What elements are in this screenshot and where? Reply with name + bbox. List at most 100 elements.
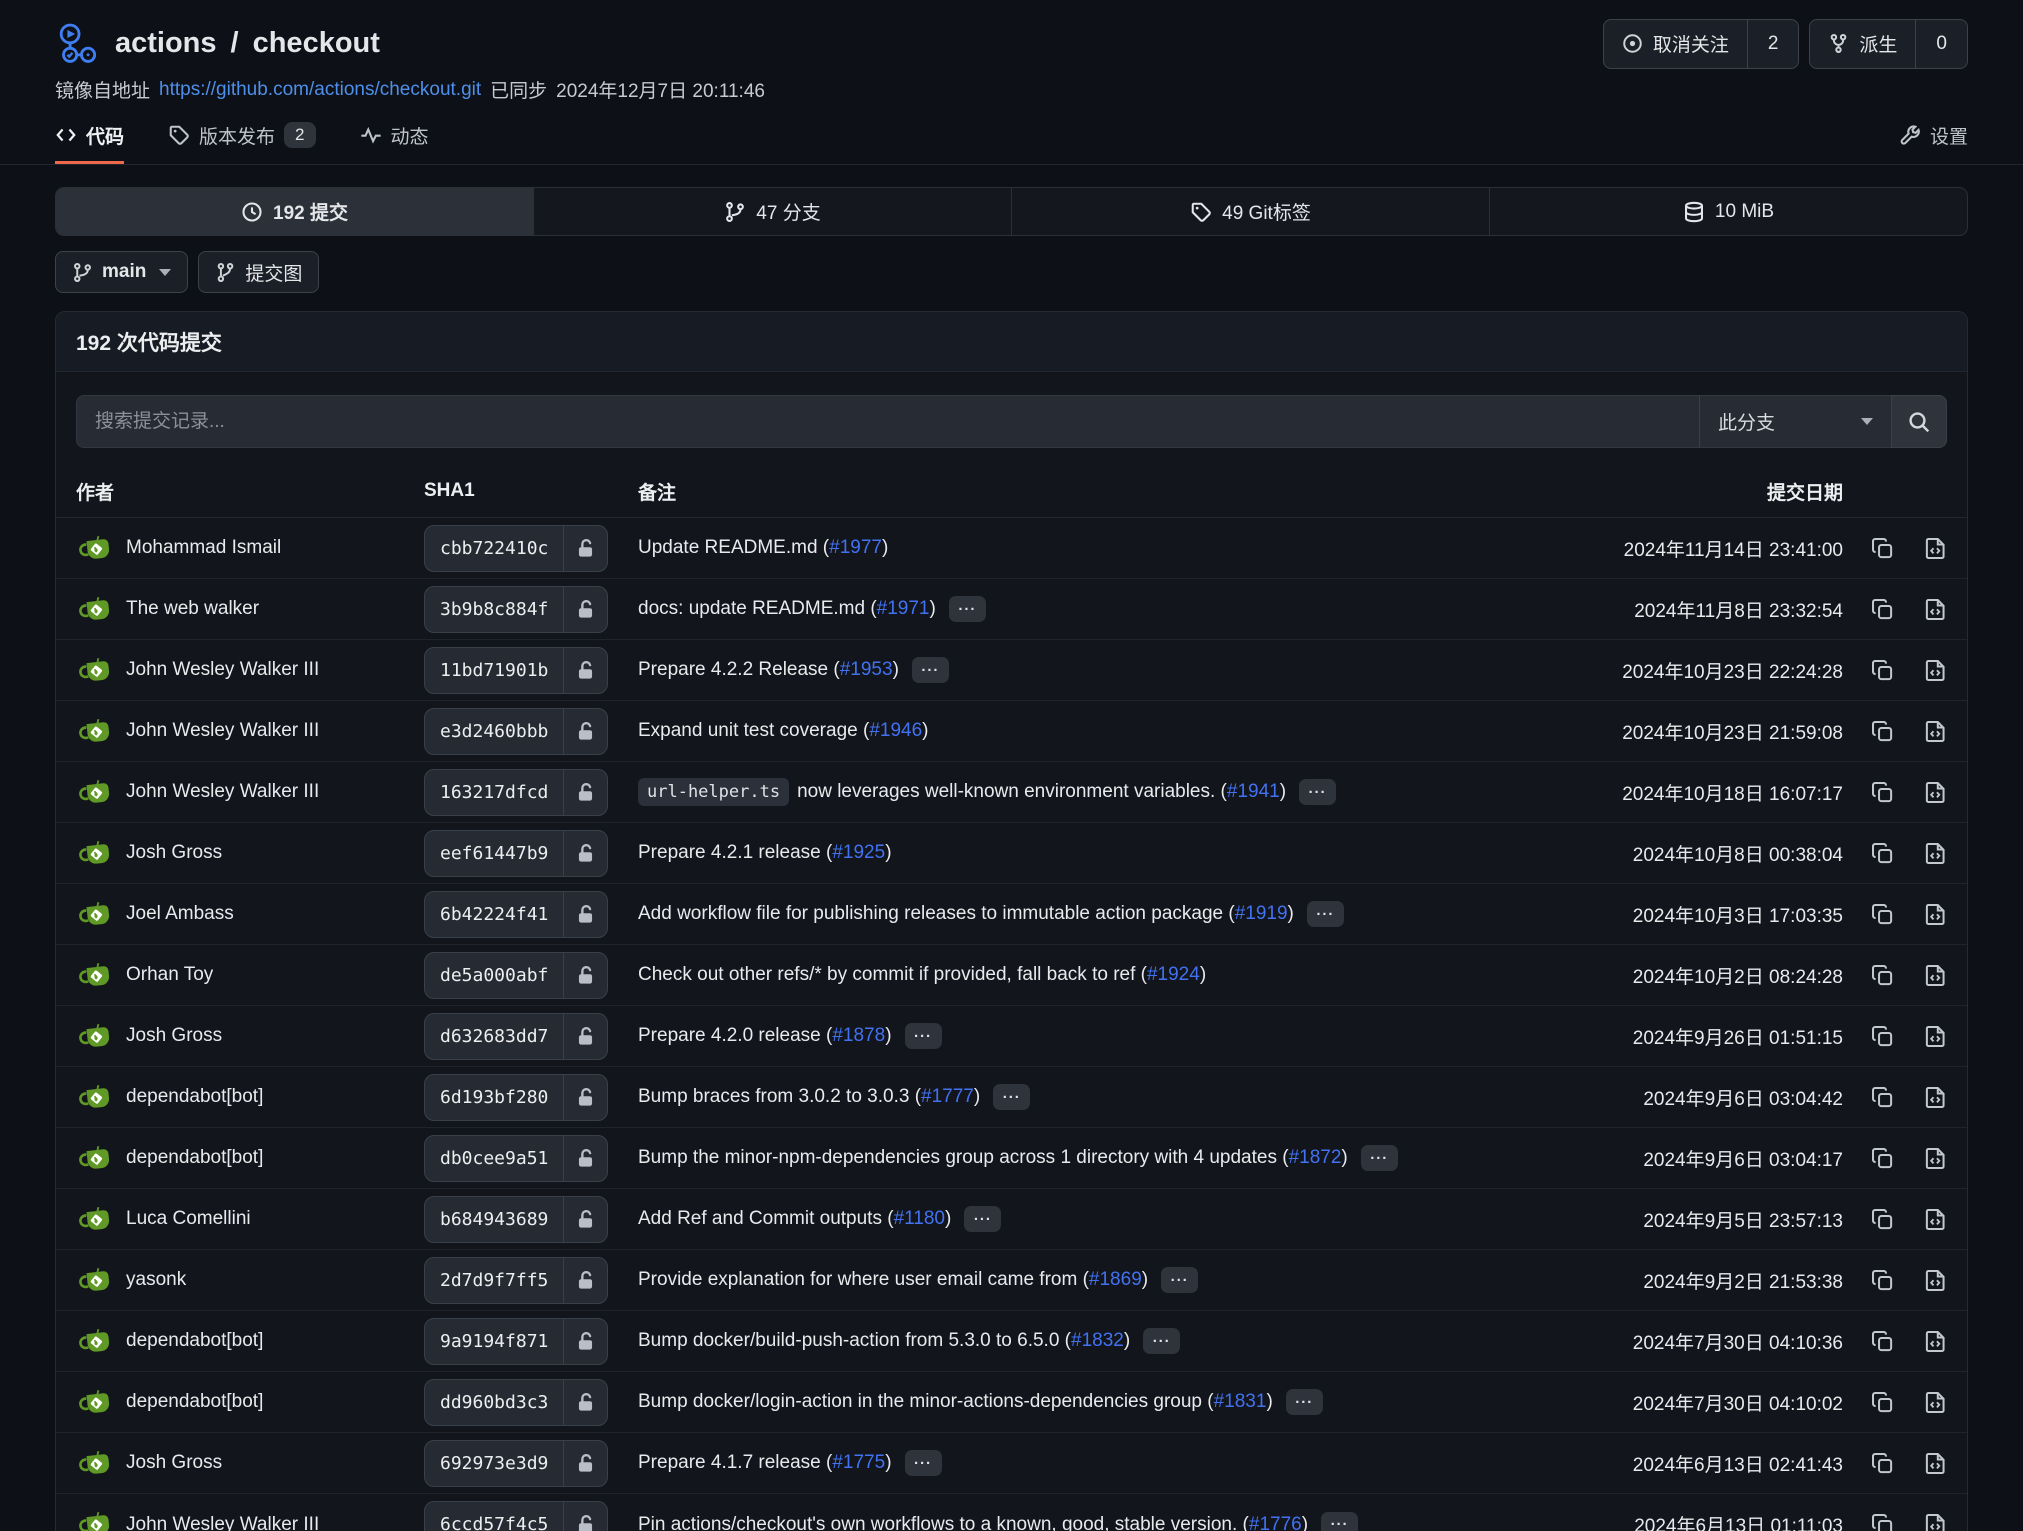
commit-sha-button[interactable]: 692973e3d9: [424, 1440, 608, 1487]
copy-sha-button[interactable]: [1871, 964, 1894, 987]
fork-button[interactable]: 派生 0: [1809, 19, 1968, 69]
expand-commit-message-button[interactable]: ···: [964, 1206, 1001, 1232]
copy-sha-button[interactable]: [1871, 1330, 1894, 1353]
view-file-button[interactable]: [1924, 1391, 1947, 1414]
commit-sha-button[interactable]: 6d193bf280: [424, 1074, 608, 1121]
mirror-url-link[interactable]: https://github.com/actions/checkout.git: [159, 79, 481, 101]
expand-commit-message-button[interactable]: ···: [1321, 1512, 1358, 1531]
commit-sha-button[interactable]: dd960bd3c3: [424, 1379, 608, 1426]
view-file-button[interactable]: [1924, 1147, 1947, 1170]
view-file-button[interactable]: [1924, 903, 1947, 926]
pr-link[interactable]: #1831: [1214, 1391, 1267, 1413]
stat-commits[interactable]: 192 提交: [56, 188, 534, 235]
pr-link[interactable]: #1977: [829, 537, 882, 559]
view-file-button[interactable]: [1924, 720, 1947, 743]
pr-link[interactable]: #1924: [1147, 964, 1200, 986]
commit-graph-button[interactable]: 提交图: [198, 251, 319, 293]
tab-activity[interactable]: 动态: [360, 109, 429, 164]
expand-commit-message-button[interactable]: ···: [905, 1023, 942, 1049]
expand-commit-message-button[interactable]: ···: [1299, 779, 1336, 805]
copy-sha-button[interactable]: [1871, 781, 1894, 804]
commit-sha-button[interactable]: cbb722410c: [424, 525, 608, 572]
pr-link[interactable]: #1946: [869, 720, 922, 742]
copy-sha-button[interactable]: [1871, 1452, 1894, 1475]
commit-sha-button[interactable]: eef61447b9: [424, 830, 608, 877]
commit-sha-button[interactable]: 11bd71901b: [424, 647, 608, 694]
commit-sha-button[interactable]: db0cee9a51: [424, 1135, 608, 1182]
view-file-button[interactable]: [1924, 1025, 1947, 1048]
expand-commit-message-button[interactable]: ···: [993, 1084, 1030, 1110]
repo-owner-link[interactable]: actions: [115, 27, 217, 60]
copy-sha-button[interactable]: [1871, 1269, 1894, 1292]
copy-sha-button[interactable]: [1871, 1208, 1894, 1231]
stat-tags[interactable]: 49 Git标签: [1012, 188, 1490, 235]
commit-sha-button[interactable]: e3d2460bbb: [424, 708, 608, 755]
pr-link[interactable]: #1776: [1249, 1514, 1302, 1531]
expand-commit-message-button[interactable]: ···: [1143, 1328, 1180, 1354]
commit-sha-button[interactable]: b684943689: [424, 1196, 608, 1243]
unwatch-button[interactable]: 取消关注 2: [1603, 19, 1800, 69]
pr-link[interactable]: #1953: [840, 659, 893, 681]
commit-sha-button[interactable]: 163217dfcd: [424, 769, 608, 816]
tab-releases[interactable]: 版本发布 2: [168, 109, 315, 164]
view-file-button[interactable]: [1924, 1330, 1947, 1353]
commit-search-input[interactable]: [76, 395, 1699, 448]
copy-sha-button[interactable]: [1871, 720, 1894, 743]
pr-link[interactable]: #1777: [921, 1086, 974, 1108]
pr-link[interactable]: #1869: [1089, 1269, 1142, 1291]
commit-sha-button[interactable]: 6b42224f41: [424, 891, 608, 938]
tab-settings[interactable]: 设置: [1899, 109, 1968, 164]
branch-select-button[interactable]: main: [55, 251, 188, 293]
copy-sha-button[interactable]: [1871, 659, 1894, 682]
view-file-button[interactable]: [1924, 842, 1947, 865]
view-file-button[interactable]: [1924, 1452, 1947, 1475]
commit-sha-button[interactable]: de5a000abf: [424, 952, 608, 999]
commit-sha-button[interactable]: d632683dd7: [424, 1013, 608, 1060]
repo-name-link[interactable]: checkout: [253, 27, 380, 60]
pr-link[interactable]: #1872: [1289, 1147, 1342, 1169]
view-file-button[interactable]: [1924, 537, 1947, 560]
copy-sha-button[interactable]: [1871, 903, 1894, 926]
tab-code[interactable]: 代码: [55, 109, 124, 164]
search-button[interactable]: [1891, 395, 1947, 448]
commit-sha-button[interactable]: 6ccd57f4c5: [424, 1501, 608, 1531]
pr-link[interactable]: #1925: [832, 842, 885, 864]
view-file-button[interactable]: [1924, 1513, 1947, 1531]
view-file-button[interactable]: [1924, 964, 1947, 987]
pr-link[interactable]: #1878: [832, 1025, 885, 1047]
commit-sha-button[interactable]: 3b9b8c884f: [424, 586, 608, 633]
copy-sha-button[interactable]: [1871, 598, 1894, 621]
copy-sha-button[interactable]: [1871, 1147, 1894, 1170]
copy-sha-button[interactable]: [1871, 1391, 1894, 1414]
branch-scope-dropdown[interactable]: 此分支: [1699, 395, 1891, 448]
expand-commit-message-button[interactable]: ···: [949, 596, 986, 622]
fork-count[interactable]: 0: [1915, 20, 1967, 68]
stat-size[interactable]: 10 MiB: [1490, 188, 1967, 235]
expand-commit-message-button[interactable]: ···: [1307, 901, 1344, 927]
expand-commit-message-button[interactable]: ···: [912, 657, 949, 683]
copy-sha-button[interactable]: [1871, 1025, 1894, 1048]
watch-count[interactable]: 2: [1747, 20, 1799, 68]
pr-link[interactable]: #1941: [1227, 781, 1280, 803]
expand-commit-message-button[interactable]: ···: [905, 1450, 942, 1476]
expand-commit-message-button[interactable]: ···: [1286, 1389, 1323, 1415]
pr-link[interactable]: #1832: [1071, 1330, 1124, 1352]
expand-commit-message-button[interactable]: ···: [1361, 1145, 1398, 1171]
view-file-button[interactable]: [1924, 781, 1947, 804]
view-file-button[interactable]: [1924, 1269, 1947, 1292]
view-file-button[interactable]: [1924, 659, 1947, 682]
view-file-button[interactable]: [1924, 1208, 1947, 1231]
copy-sha-button[interactable]: [1871, 1513, 1894, 1531]
copy-sha-button[interactable]: [1871, 1086, 1894, 1109]
commit-sha-button[interactable]: 2d7d9f7ff5: [424, 1257, 608, 1304]
pr-link[interactable]: #1919: [1235, 903, 1288, 925]
pr-link[interactable]: #1775: [832, 1452, 885, 1474]
copy-sha-button[interactable]: [1871, 537, 1894, 560]
view-file-button[interactable]: [1924, 1086, 1947, 1109]
expand-commit-message-button[interactable]: ···: [1161, 1267, 1198, 1293]
commit-sha-button[interactable]: 9a9194f871: [424, 1318, 608, 1365]
pr-link[interactable]: #1971: [877, 598, 930, 620]
copy-sha-button[interactable]: [1871, 842, 1894, 865]
view-file-button[interactable]: [1924, 598, 1947, 621]
stat-branches[interactable]: 47 分支: [534, 188, 1012, 235]
